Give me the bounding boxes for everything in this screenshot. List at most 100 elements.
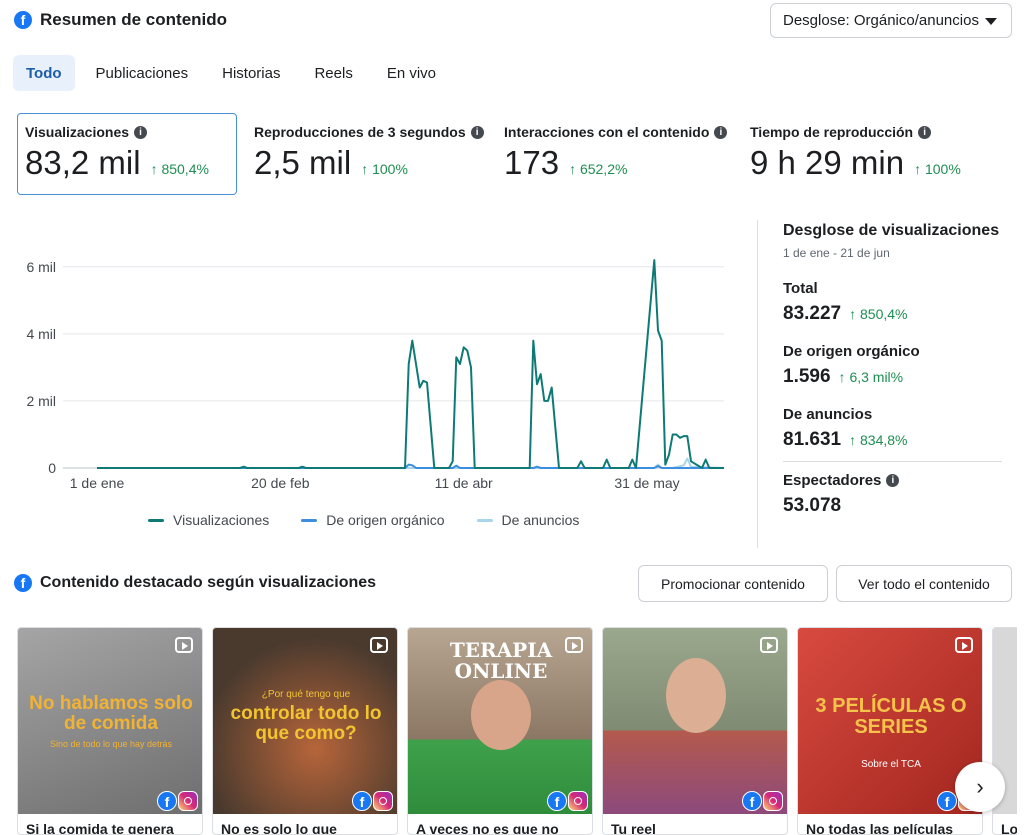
- info-icon[interactable]: i: [470, 125, 484, 139]
- metric-value: 83,2 mil: [25, 144, 141, 181]
- row-label: De origen orgánico: [783, 343, 920, 360]
- views-chart: 0 2 mil 4 mil 6 mil 1 de ene 20 de feb 11 de a…: [0, 200, 740, 545]
- content-thumbnail: No hablamos solo de comida Sino de todo …: [18, 628, 202, 814]
- x-tick-label: 1 de ene: [70, 475, 125, 491]
- metric-label: Visualizaciones: [25, 124, 130, 140]
- content-thumbnail: [603, 628, 787, 814]
- breakdown-title: Desglose de visualizaciones: [783, 222, 1000, 239]
- facebook-icon: f: [14, 574, 32, 592]
- facebook-icon: f: [352, 791, 372, 811]
- thumbnail-text: 3 PELÍCULAS O SERIES: [815, 695, 967, 738]
- thumbnail-subtext: Sobre el TCA: [861, 759, 921, 770]
- tab-en-vivo[interactable]: En vivo: [374, 55, 449, 91]
- facebook-icon: f: [547, 791, 567, 811]
- instagram-icon: [763, 791, 783, 811]
- info-icon[interactable]: i: [886, 474, 900, 487]
- metric-interacciones[interactable]: Interacciones con el contenido i 173 ↑ 652…: [504, 124, 739, 206]
- promote-content-button[interactable]: Promocionar contenido: [638, 565, 828, 602]
- metric-value: 2,5 mil: [254, 144, 352, 181]
- x-tick-label: 31 de may: [614, 475, 679, 491]
- tab-todo[interactable]: Todo: [13, 55, 75, 91]
- metric-label: Reproducciones de 3 segundos: [254, 124, 466, 140]
- tab-historias[interactable]: Historias: [209, 55, 293, 91]
- content-card[interactable]: ¿Por qué tengo que controlar todo lo que…: [212, 627, 398, 835]
- content-caption: Lo: [1001, 821, 1017, 835]
- tab-publicaciones[interactable]: Publicaciones: [83, 55, 202, 91]
- content-card[interactable]: No hablamos solo de comida Sino de todo …: [17, 627, 203, 835]
- thumbnail-text: TERAPIA ONLINE: [449, 638, 553, 683]
- content-thumbnail: ¿Por qué tengo que controlar todo lo que…: [213, 628, 397, 814]
- instagram-icon: [568, 791, 588, 811]
- reel-icon: [760, 637, 778, 653]
- featured-header: f Contenido destacado según visualizacio…: [14, 574, 376, 592]
- arrow-up-icon: ↑: [569, 161, 577, 177]
- content-tabs: Todo Publicaciones Historias Reels En vi…: [13, 55, 457, 91]
- y-tick-label: 2 mil: [26, 393, 56, 409]
- breakdown-select-value: Desglose: Orgánico/anuncios: [783, 12, 979, 29]
- views-breakdown-panel: Desglose de visualizaciones 1 de ene - 2…: [757, 220, 1002, 548]
- content-thumbnail: TERAPIA ONLINE: [408, 628, 592, 814]
- breakdown-date-range: 1 de ene - 21 de jun: [783, 246, 890, 260]
- info-icon[interactable]: i: [918, 125, 932, 139]
- y-tick-label: 6 mil: [26, 259, 56, 275]
- row-value: 53.078: [783, 495, 842, 516]
- metric-value: 173: [504, 144, 560, 181]
- series-line-visualizaciones[interactable]: [97, 259, 724, 469]
- legend-label: De anuncios: [501, 512, 580, 528]
- instagram-icon: [178, 791, 198, 811]
- metric-value: 9 h 29 min: [750, 144, 905, 181]
- content-caption: No todas las películas: [806, 821, 954, 835]
- featured-title: Contenido destacado según visualizacione…: [40, 574, 377, 591]
- metric-tiempo-reproduccion[interactable]: Tiempo de reproducción i 9 h 29 min ↑ 100%: [750, 124, 1010, 206]
- content-caption: Tu reel: [611, 821, 656, 835]
- thumbnail-text: No hablamos solo de comida: [29, 693, 193, 734]
- content-caption: Si la comida te genera: [26, 821, 174, 835]
- metric-change: 100%: [372, 161, 408, 177]
- legend-item-visualizaciones[interactable]: Visualizaciones: [148, 512, 269, 528]
- views-chart-svg: 0 2 mil 4 mil 6 mil 1 de ene 20 de feb 11 de a…: [26, 259, 725, 491]
- view-all-content-button[interactable]: Ver todo el contenido: [836, 565, 1012, 602]
- carousel-next-button[interactable]: ›: [955, 762, 1005, 812]
- facebook-icon: f: [742, 791, 762, 811]
- arrow-up-icon: ↑: [849, 306, 857, 322]
- metric-visualizaciones[interactable]: Visualizaciones i 83,2 mil ↑ 850,4%: [17, 113, 237, 195]
- legend-item-organico[interactable]: De origen orgánico: [301, 512, 445, 528]
- page-title: Resumen de contenido: [40, 10, 228, 29]
- legend-label: Visualizaciones: [173, 512, 270, 528]
- featured-carousel: No hablamos solo de comida Sino de todo …: [17, 627, 1017, 835]
- divider: [783, 461, 1002, 462]
- breakdown-row-espectadores: Espectadores i 53.078: [783, 472, 1002, 517]
- thumbnail-subtext: ¿Por qué tengo que: [261, 689, 351, 700]
- metric-change: 652,2%: [579, 161, 628, 177]
- content-caption: A veces no es que no: [416, 821, 559, 835]
- content-card[interactable]: 3 PELÍCULAS O SERIES Sobre el TCA f No t…: [797, 627, 983, 835]
- row-change: 850,4%: [860, 306, 908, 322]
- legend-item-anuncios[interactable]: De anuncios: [476, 512, 580, 528]
- chart-legend: Visualizaciones De origen orgánico De an…: [148, 512, 579, 528]
- info-icon[interactable]: i: [714, 125, 728, 139]
- breakdown-select[interactable]: Desglose: Orgánico/anuncios: [770, 3, 1012, 38]
- caret-down-icon: [985, 18, 997, 25]
- facebook-icon: f: [937, 791, 957, 811]
- arrow-up-icon: ↑: [838, 369, 846, 385]
- reel-icon: [175, 637, 193, 653]
- legend-label: De origen orgánico: [326, 512, 445, 528]
- row-value: 83.227: [783, 303, 842, 324]
- legend-swatch: [301, 518, 318, 522]
- metric-reproducciones[interactable]: Reproducciones de 3 segundos i 2,5 mil ↑ 1…: [254, 124, 489, 206]
- legend-swatch: [148, 518, 164, 522]
- info-icon[interactable]: i: [134, 125, 148, 139]
- breakdown-row-total: Total 83.227 ↑ 850,4%: [783, 280, 1002, 325]
- row-label: De anuncios: [783, 406, 873, 423]
- row-label: Espectadores: [783, 472, 882, 489]
- tab-reels[interactable]: Reels: [301, 55, 365, 91]
- instagram-icon: [373, 791, 393, 811]
- facebook-icon: f: [157, 791, 177, 811]
- arrow-up-icon: ↑: [914, 161, 922, 177]
- facebook-icon: f: [14, 11, 32, 29]
- content-card[interactable]: f Tu reel: [602, 627, 788, 835]
- row-value: 1.596: [783, 366, 831, 387]
- y-tick-label: 0: [48, 460, 56, 476]
- row-change: 834,8%: [860, 432, 908, 448]
- content-card[interactable]: TERAPIA ONLINE f A veces no es que no: [407, 627, 593, 835]
